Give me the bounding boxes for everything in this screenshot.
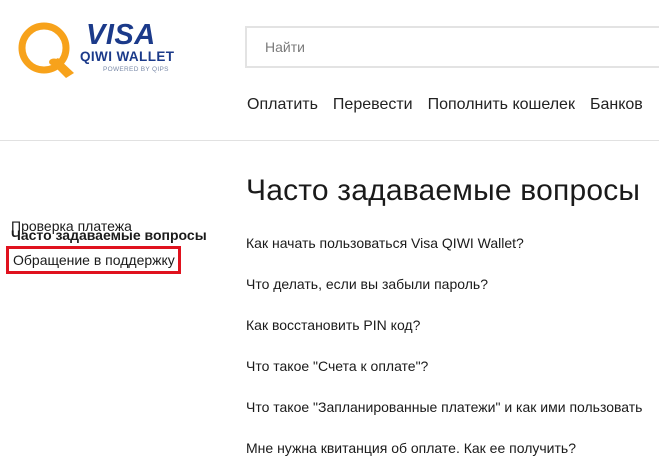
nav-banks[interactable]: Банков <box>590 94 643 116</box>
faq-link[interactable]: Что такое "Запланированные платежи" и ка… <box>246 399 642 415</box>
faq-link[interactable]: Что такое "Счета к оплате"? <box>246 358 428 374</box>
page: VISA QIWI WALLET POWERED BY QIPS Оплатит… <box>0 0 659 470</box>
site-header: VISA QIWI WALLET POWERED BY QIPS Оплатит… <box>0 0 659 141</box>
faq-link[interactable]: Мне нужна квитанция об оплате. Как ее по… <box>246 440 576 456</box>
faq-link[interactable]: Как восстановить PIN код? <box>246 317 420 333</box>
nav-pay[interactable]: Оплатить <box>247 94 318 116</box>
visa-qiwi-wallet-logo[interactable]: VISA QIWI WALLET POWERED BY QIPS <box>14 18 184 84</box>
nav-transfer[interactable]: Перевести <box>333 94 413 116</box>
qiwi-q-icon <box>18 22 74 78</box>
top-navigation: Оплатить Перевести Пополнить кошелек Банков <box>247 94 658 116</box>
main-content: Часто задаваемые вопросы Как начать поль… <box>246 171 659 456</box>
search-box <box>245 26 659 68</box>
nav-top-up-wallet[interactable]: Пополнить кошелек <box>428 94 575 116</box>
faq-item: Как восстановить PIN код? <box>246 315 659 356</box>
faq-list: Как начать пользоваться Visa QIWI Wallet… <box>246 233 659 470</box>
sidebar-item-support-request[interactable]: Обращение в поддержку <box>6 246 181 274</box>
faq-item: Что такое "Запланированные платежи" и ка… <box>246 397 659 438</box>
content-area: Часто задаваемые вопросы Проверка платеж… <box>0 141 659 470</box>
logo-visa-text: VISA <box>86 19 156 51</box>
logo-powered-by-text: POWERED BY QIPS <box>103 66 169 73</box>
faq-item: Мне нужна квитанция об оплате. Как ее по… <box>246 438 659 470</box>
search-input[interactable] <box>265 37 645 57</box>
logo-qiwi-wallet-text: QIWI WALLET <box>80 49 175 64</box>
faq-item: Что такое "Счета к оплате"? <box>246 356 659 397</box>
page-title: Часто задаваемые вопросы <box>246 174 641 207</box>
faq-item: Что делать, если вы забыли пароль? <box>246 274 659 315</box>
faq-link[interactable]: Что делать, если вы забыли пароль? <box>246 276 488 292</box>
faq-item: Как начать пользоваться Visa QIWI Wallet… <box>246 233 659 274</box>
faq-link[interactable]: Как начать пользоваться Visa QIWI Wallet… <box>246 235 524 251</box>
sidebar-item-payment-check[interactable]: Проверка платежа <box>11 216 132 236</box>
